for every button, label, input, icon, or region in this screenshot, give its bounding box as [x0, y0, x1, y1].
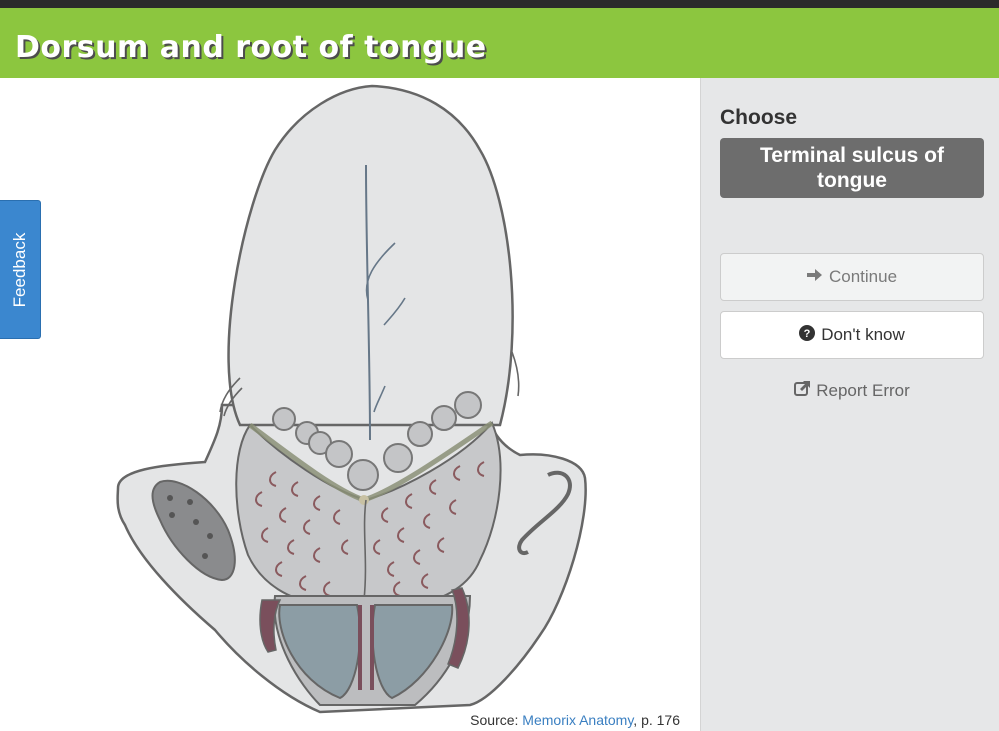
svg-text:?: ?: [804, 328, 811, 340]
continue-button[interactable]: Continue: [720, 253, 984, 301]
dont-know-button[interactable]: ? Don't know: [720, 311, 984, 359]
feedback-tab[interactable]: Feedback: [0, 200, 41, 339]
term-button[interactable]: Terminal sulcus of tongue: [720, 138, 984, 198]
source-link[interactable]: Memorix Anatomy: [522, 712, 633, 728]
question-circle-icon: ?: [799, 324, 816, 346]
header-bar: Dorsum and root of tongue: [0, 8, 999, 78]
choose-heading: Choose: [720, 106, 798, 129]
continue-label: Continue: [828, 267, 898, 286]
source-caption: Source: Memorix Anatomy, p. 176: [470, 712, 680, 728]
tongue-body: [227, 84, 514, 427]
top-bar: [0, 0, 999, 8]
arrow-right-icon: [806, 267, 823, 287]
term-label: Terminal sulcus of tongue: [760, 144, 944, 192]
source-suffix: , p. 176: [633, 712, 680, 728]
page-title: Dorsum and root of tongue: [15, 30, 487, 65]
source-prefix: Source:: [470, 712, 523, 728]
feedback-label: Feedback: [10, 232, 29, 307]
dont-know-label: Don't know: [821, 325, 905, 344]
external-link-icon: [794, 380, 811, 401]
illustration-area: Source: Memorix Anatomy, p. 176: [0, 78, 700, 731]
answer-panel: Choose Terminal sulcus of tongue Continu…: [700, 78, 999, 731]
report-error-label: Report Error: [816, 380, 910, 400]
tongue-illustration: [116, 84, 587, 714]
report-error-link[interactable]: Report Error: [720, 380, 984, 401]
